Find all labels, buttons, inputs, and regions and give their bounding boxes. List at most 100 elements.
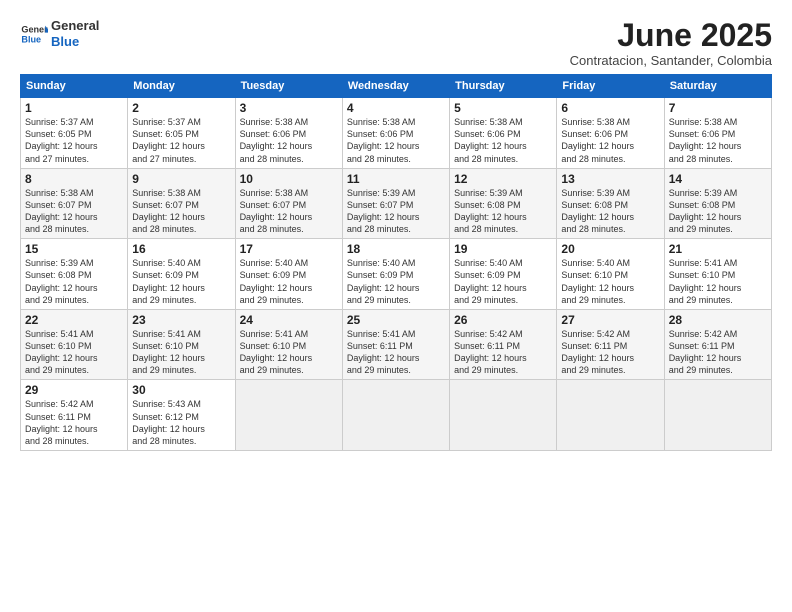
day-number: 7 (669, 101, 767, 115)
day-info: Sunrise: 5:39 AMSunset: 6:08 PMDaylight:… (669, 187, 767, 236)
col-header-monday: Monday (128, 75, 235, 98)
col-header-thursday: Thursday (450, 75, 557, 98)
calendar-cell: 22Sunrise: 5:41 AMSunset: 6:10 PMDayligh… (21, 309, 128, 380)
calendar-week-row: 29Sunrise: 5:42 AMSunset: 6:11 PMDayligh… (21, 380, 772, 451)
calendar-cell (450, 380, 557, 451)
day-info: Sunrise: 5:41 AMSunset: 6:10 PMDaylight:… (25, 328, 123, 377)
day-info: Sunrise: 5:38 AMSunset: 6:06 PMDaylight:… (669, 116, 767, 165)
day-info: Sunrise: 5:40 AMSunset: 6:09 PMDaylight:… (454, 257, 552, 306)
col-header-sunday: Sunday (21, 75, 128, 98)
day-number: 21 (669, 242, 767, 256)
calendar-header-row: SundayMondayTuesdayWednesdayThursdayFrid… (21, 75, 772, 98)
day-number: 20 (561, 242, 659, 256)
day-number: 16 (132, 242, 230, 256)
day-number: 30 (132, 383, 230, 397)
calendar-cell (235, 380, 342, 451)
day-number: 27 (561, 313, 659, 327)
day-info: Sunrise: 5:37 AMSunset: 6:05 PMDaylight:… (132, 116, 230, 165)
day-info: Sunrise: 5:38 AMSunset: 6:07 PMDaylight:… (132, 187, 230, 236)
day-number: 12 (454, 172, 552, 186)
col-header-wednesday: Wednesday (342, 75, 449, 98)
calendar-cell: 20Sunrise: 5:40 AMSunset: 6:10 PMDayligh… (557, 239, 664, 310)
day-info: Sunrise: 5:39 AMSunset: 6:08 PMDaylight:… (454, 187, 552, 236)
calendar-cell: 9Sunrise: 5:38 AMSunset: 6:07 PMDaylight… (128, 168, 235, 239)
day-info: Sunrise: 5:41 AMSunset: 6:10 PMDaylight:… (132, 328, 230, 377)
day-number: 28 (669, 313, 767, 327)
calendar-cell: 24Sunrise: 5:41 AMSunset: 6:10 PMDayligh… (235, 309, 342, 380)
day-number: 10 (240, 172, 338, 186)
col-header-friday: Friday (557, 75, 664, 98)
day-info: Sunrise: 5:40 AMSunset: 6:09 PMDaylight:… (132, 257, 230, 306)
day-info: Sunrise: 5:39 AMSunset: 6:07 PMDaylight:… (347, 187, 445, 236)
calendar-cell: 19Sunrise: 5:40 AMSunset: 6:09 PMDayligh… (450, 239, 557, 310)
day-info: Sunrise: 5:38 AMSunset: 6:07 PMDaylight:… (240, 187, 338, 236)
day-info: Sunrise: 5:38 AMSunset: 6:07 PMDaylight:… (25, 187, 123, 236)
day-info: Sunrise: 5:37 AMSunset: 6:05 PMDaylight:… (25, 116, 123, 165)
calendar-week-row: 22Sunrise: 5:41 AMSunset: 6:10 PMDayligh… (21, 309, 772, 380)
day-info: Sunrise: 5:41 AMSunset: 6:11 PMDaylight:… (347, 328, 445, 377)
calendar-cell: 10Sunrise: 5:38 AMSunset: 6:07 PMDayligh… (235, 168, 342, 239)
day-info: Sunrise: 5:40 AMSunset: 6:10 PMDaylight:… (561, 257, 659, 306)
logo-blue: Blue (51, 34, 99, 50)
calendar-cell: 13Sunrise: 5:39 AMSunset: 6:08 PMDayligh… (557, 168, 664, 239)
logo: General Blue General Blue (20, 18, 99, 49)
day-info: Sunrise: 5:40 AMSunset: 6:09 PMDaylight:… (240, 257, 338, 306)
header: General Blue General Blue June 2025 Cont… (20, 18, 772, 68)
day-info: Sunrise: 5:38 AMSunset: 6:06 PMDaylight:… (347, 116, 445, 165)
day-info: Sunrise: 5:41 AMSunset: 6:10 PMDaylight:… (240, 328, 338, 377)
day-info: Sunrise: 5:38 AMSunset: 6:06 PMDaylight:… (561, 116, 659, 165)
calendar-cell: 2Sunrise: 5:37 AMSunset: 6:05 PMDaylight… (128, 98, 235, 169)
logo-general: General (51, 18, 99, 34)
day-number: 5 (454, 101, 552, 115)
calendar-cell: 16Sunrise: 5:40 AMSunset: 6:09 PMDayligh… (128, 239, 235, 310)
day-number: 11 (347, 172, 445, 186)
calendar-cell (557, 380, 664, 451)
title-block: June 2025 Contratacion, Santander, Colom… (570, 18, 772, 68)
day-number: 4 (347, 101, 445, 115)
calendar-cell: 30Sunrise: 5:43 AMSunset: 6:12 PMDayligh… (128, 380, 235, 451)
day-number: 6 (561, 101, 659, 115)
day-info: Sunrise: 5:42 AMSunset: 6:11 PMDaylight:… (669, 328, 767, 377)
calendar-cell: 28Sunrise: 5:42 AMSunset: 6:11 PMDayligh… (664, 309, 771, 380)
calendar-cell: 17Sunrise: 5:40 AMSunset: 6:09 PMDayligh… (235, 239, 342, 310)
day-number: 15 (25, 242, 123, 256)
day-info: Sunrise: 5:39 AMSunset: 6:08 PMDaylight:… (25, 257, 123, 306)
day-info: Sunrise: 5:42 AMSunset: 6:11 PMDaylight:… (25, 398, 123, 447)
page: General Blue General Blue June 2025 Cont… (0, 0, 792, 612)
calendar-cell: 11Sunrise: 5:39 AMSunset: 6:07 PMDayligh… (342, 168, 449, 239)
day-info: Sunrise: 5:43 AMSunset: 6:12 PMDaylight:… (132, 398, 230, 447)
day-info: Sunrise: 5:42 AMSunset: 6:11 PMDaylight:… (561, 328, 659, 377)
day-number: 3 (240, 101, 338, 115)
calendar-cell: 23Sunrise: 5:41 AMSunset: 6:10 PMDayligh… (128, 309, 235, 380)
day-info: Sunrise: 5:38 AMSunset: 6:06 PMDaylight:… (240, 116, 338, 165)
logo-icon: General Blue (20, 20, 48, 48)
calendar-cell: 29Sunrise: 5:42 AMSunset: 6:11 PMDayligh… (21, 380, 128, 451)
day-info: Sunrise: 5:38 AMSunset: 6:06 PMDaylight:… (454, 116, 552, 165)
calendar-cell: 7Sunrise: 5:38 AMSunset: 6:06 PMDaylight… (664, 98, 771, 169)
calendar-title: June 2025 (570, 18, 772, 53)
day-number: 8 (25, 172, 123, 186)
day-number: 29 (25, 383, 123, 397)
day-number: 22 (25, 313, 123, 327)
day-number: 26 (454, 313, 552, 327)
day-number: 1 (25, 101, 123, 115)
day-info: Sunrise: 5:41 AMSunset: 6:10 PMDaylight:… (669, 257, 767, 306)
calendar-cell: 18Sunrise: 5:40 AMSunset: 6:09 PMDayligh… (342, 239, 449, 310)
day-number: 25 (347, 313, 445, 327)
calendar-cell: 1Sunrise: 5:37 AMSunset: 6:05 PMDaylight… (21, 98, 128, 169)
calendar-week-row: 1Sunrise: 5:37 AMSunset: 6:05 PMDaylight… (21, 98, 772, 169)
calendar-week-row: 15Sunrise: 5:39 AMSunset: 6:08 PMDayligh… (21, 239, 772, 310)
col-header-saturday: Saturday (664, 75, 771, 98)
calendar-cell: 12Sunrise: 5:39 AMSunset: 6:08 PMDayligh… (450, 168, 557, 239)
day-number: 17 (240, 242, 338, 256)
logo-text-block: General Blue (51, 18, 99, 49)
calendar-cell: 21Sunrise: 5:41 AMSunset: 6:10 PMDayligh… (664, 239, 771, 310)
calendar-table: SundayMondayTuesdayWednesdayThursdayFrid… (20, 74, 772, 451)
calendar-cell: 27Sunrise: 5:42 AMSunset: 6:11 PMDayligh… (557, 309, 664, 380)
calendar-cell (664, 380, 771, 451)
calendar-week-row: 8Sunrise: 5:38 AMSunset: 6:07 PMDaylight… (21, 168, 772, 239)
calendar-cell: 14Sunrise: 5:39 AMSunset: 6:08 PMDayligh… (664, 168, 771, 239)
calendar-cell: 8Sunrise: 5:38 AMSunset: 6:07 PMDaylight… (21, 168, 128, 239)
calendar-cell: 25Sunrise: 5:41 AMSunset: 6:11 PMDayligh… (342, 309, 449, 380)
day-info: Sunrise: 5:39 AMSunset: 6:08 PMDaylight:… (561, 187, 659, 236)
